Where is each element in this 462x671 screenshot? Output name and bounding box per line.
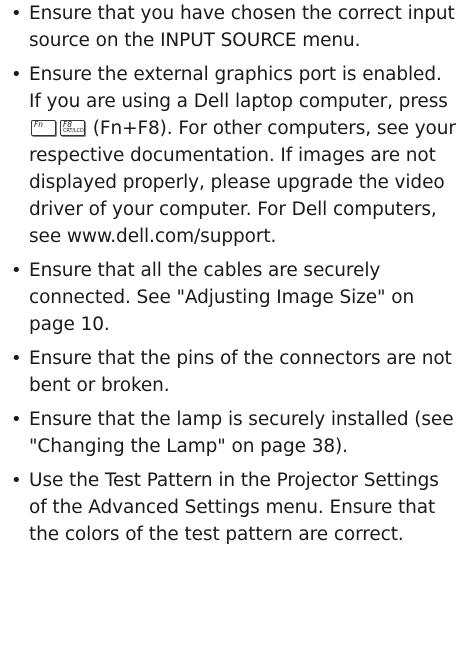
list-item-input-source: • Ensure that you have chosen the correc… (10, 0, 458, 54)
list-item-text: Ensure that the lamp is securely install… (29, 409, 454, 457)
list-item-cables: • Ensure that all the cables are securel… (10, 257, 458, 338)
bullet-icon: • (11, 3, 22, 24)
bullet-icon: • (11, 348, 22, 369)
list-item-graphics-port: • Ensure the external graphics port is e… (10, 61, 458, 250)
list-item-text: Ensure that the pins of the connectors a… (29, 348, 452, 396)
list-item-text: Ensure that all the cables are securely … (29, 260, 415, 335)
f8-crt-lcd-key-icon: F8 CRT/LCD (60, 120, 85, 136)
list-item-test-pattern: • Use the Test Pattern in the Projector … (10, 467, 458, 548)
list-item-text: Ensure that you have chosen the correct … (29, 3, 455, 51)
list-item-text-end: (Fn+F8). For other computers, see your r… (29, 118, 456, 247)
bullet-icon: • (11, 260, 22, 281)
list-item-text-start: Ensure the external graphics port is ena… (29, 64, 448, 112)
troubleshooting-list: • Ensure that you have chosen the correc… (0, 0, 458, 548)
crt-lcd-key-label: CRT/LCD (63, 128, 84, 134)
fn-key-label: Fn (34, 120, 43, 129)
fn-key-icon: Fn (31, 120, 56, 136)
list-item-text: Use the Test Pattern in the Projector Se… (29, 470, 439, 545)
bullet-icon: • (11, 409, 22, 430)
bullet-icon: • (11, 64, 22, 85)
bullet-icon: • (11, 470, 22, 491)
list-item-pins: • Ensure that the pins of the connectors… (10, 345, 458, 399)
list-item-lamp: • Ensure that the lamp is securely insta… (10, 406, 458, 460)
